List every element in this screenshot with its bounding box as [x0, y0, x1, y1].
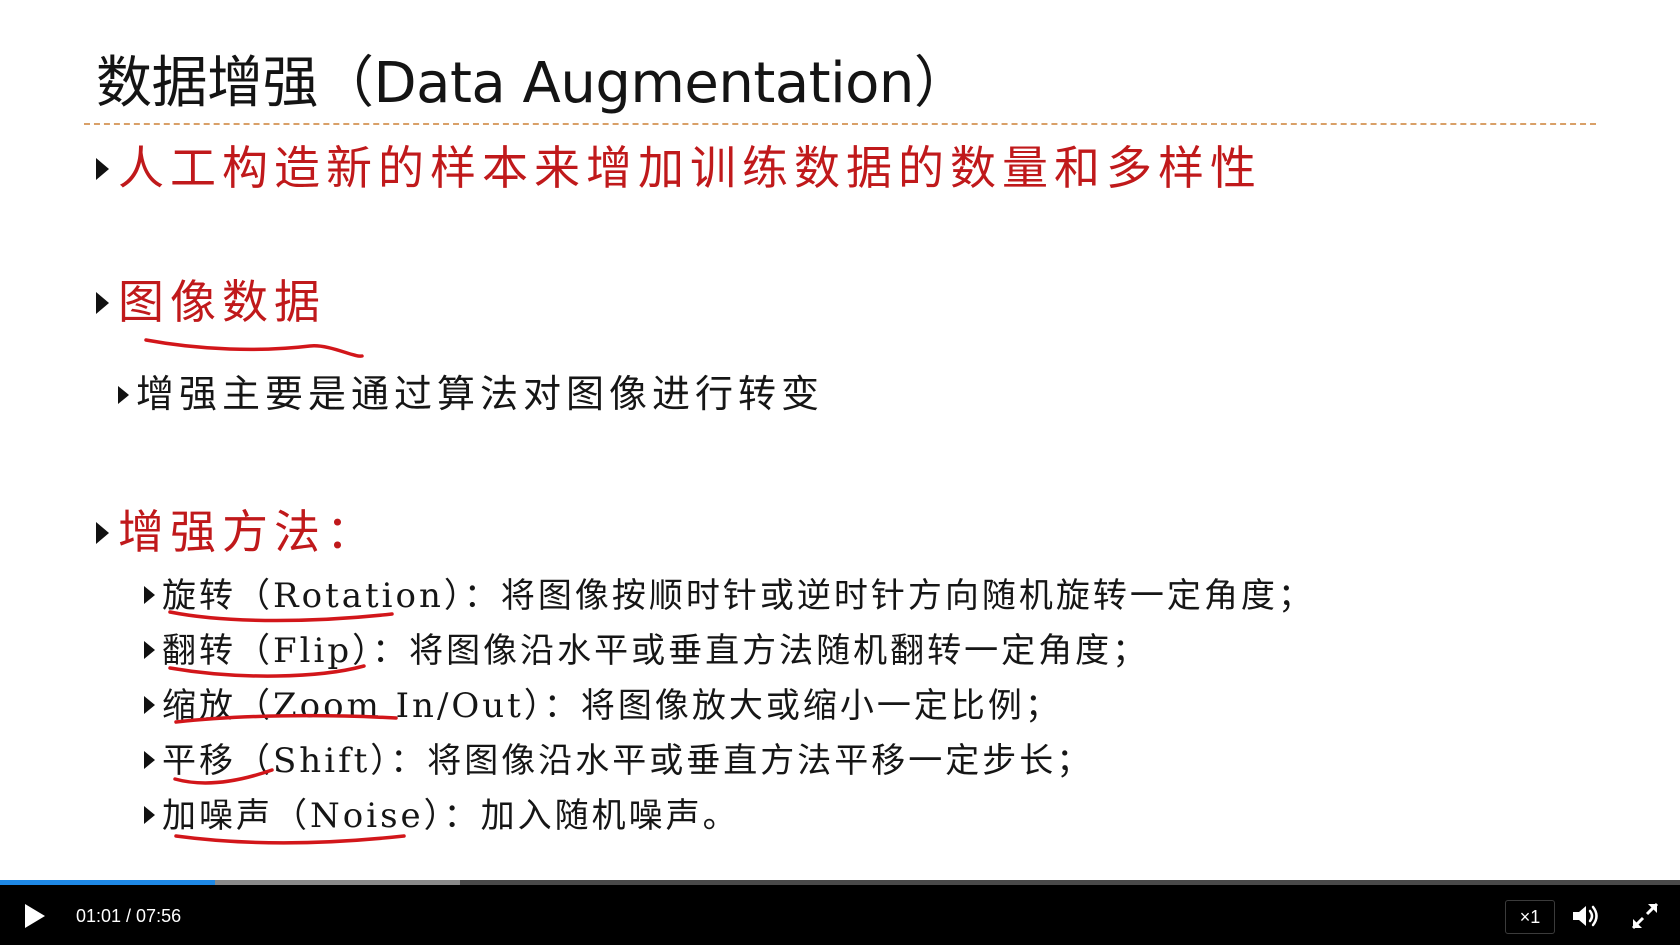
- sub-bullet-arrow-icon: [118, 385, 129, 404]
- time-display: 01:01 / 07:56: [76, 906, 182, 926]
- sub-bullet-arrow-icon: [144, 751, 155, 769]
- method-item-zoom: 缩放（Zoom In/Out）：将图像放大或缩小一定比例；: [144, 682, 1062, 730]
- lecture-slide: 数据增强（Data Augmentation） 人工构造新的样本来增加训练数据的…: [0, 0, 1680, 880]
- volume-icon: [1573, 905, 1598, 927]
- method-text: 平移（Shift）：将图像沿水平或垂直方法平移一定步长；: [162, 741, 1094, 781]
- progress-played: [0, 880, 215, 885]
- method-text: 旋转（Rotation）：将图像按顺时针或逆时针方向随机旋转一定角度；: [162, 576, 1315, 616]
- bullet-methods: 增强方法：: [96, 502, 378, 562]
- sub-bullet-arrow-icon: [144, 806, 155, 824]
- bullet-image-data: 图像数据: [96, 272, 326, 332]
- bullet-definition: 人工构造新的样本来增加训练数据的数量和多样性: [96, 138, 1262, 198]
- fullscreen-icon: [1631, 902, 1659, 930]
- bullet-arrow-icon: [96, 522, 109, 544]
- method-item-rotation: 旋转（Rotation）：将图像按顺时针或逆时针方向随机旋转一定角度；: [144, 572, 1315, 620]
- playback-rate-button[interactable]: ×1: [1505, 900, 1555, 934]
- definition-text: 人工构造新的样本来增加训练数据的数量和多样性: [118, 141, 1262, 195]
- method-text: 缩放（Zoom In/Out）：将图像放大或缩小一定比例；: [162, 686, 1062, 726]
- methods-heading: 增强方法：: [118, 505, 378, 559]
- method-item-noise: 加噪声（Noise）：加入随机噪声。: [144, 792, 740, 840]
- image-data-description: 增强主要是通过算法对图像进行转变: [136, 372, 825, 416]
- play-button[interactable]: [20, 898, 50, 934]
- underline-image-data: [144, 338, 364, 358]
- progress-bar[interactable]: [0, 880, 1680, 885]
- title-divider: [84, 123, 1596, 125]
- bullet-arrow-icon: [96, 158, 109, 180]
- sub-bullet-arrow-icon: [144, 696, 155, 714]
- bullet-arrow-icon: [96, 292, 109, 314]
- image-data-heading: 图像数据: [118, 275, 326, 329]
- bullet-image-data-sub: 增强主要是通过算法对图像进行转变: [118, 368, 824, 420]
- slide-title: 数据增强（Data Augmentation）: [96, 51, 970, 116]
- method-text: 翻转（Flip）：将图像沿水平或垂直方法随机翻转一定角度；: [162, 631, 1150, 671]
- player-control-bar: [0, 880, 1680, 945]
- sub-bullet-arrow-icon: [144, 641, 155, 659]
- method-text: 加噪声（Noise）：加入随机噪声。: [162, 796, 740, 836]
- method-item-shift: 平移（Shift）：将图像沿水平或垂直方法平移一定步长；: [144, 737, 1093, 785]
- sub-bullet-arrow-icon: [144, 586, 155, 604]
- fullscreen-button[interactable]: [1628, 899, 1662, 933]
- volume-button[interactable]: [1568, 899, 1602, 933]
- method-item-flip: 翻转（Flip）：将图像沿水平或垂直方法随机翻转一定角度；: [144, 627, 1149, 675]
